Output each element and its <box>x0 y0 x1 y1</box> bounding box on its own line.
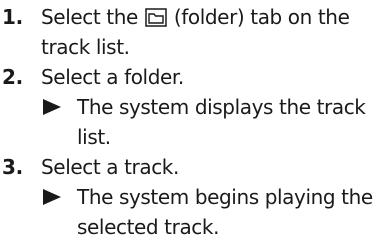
step-text-part: (folder) tab on the <box>173 5 350 29</box>
step-3: 3. Select a track. <box>0 152 379 182</box>
result-text: list. <box>77 125 111 149</box>
folder-icon <box>145 8 167 27</box>
step-text: Select a track. <box>41 155 179 179</box>
step-2-result: The system displays the track <box>0 92 379 122</box>
triangle-right-icon <box>43 189 61 205</box>
result-text: The system displays the track <box>77 95 366 119</box>
triangle-right-icon <box>43 99 61 115</box>
step-text: Select a folder. <box>41 65 184 89</box>
result-text: selected track. <box>77 215 220 239</box>
step-3-result-continuation: selected track. <box>0 212 379 242</box>
step-number: 3. <box>2 155 23 179</box>
step-2-result-continuation: list. <box>0 122 379 152</box>
step-3-result: The system begins playing the <box>0 182 379 212</box>
step-1: 1. Select the (folder) tab on the <box>0 2 379 32</box>
step-number: 1. <box>2 5 23 29</box>
result-text: The system begins playing the <box>77 185 373 209</box>
step-2: 2. Select a folder. <box>0 62 379 92</box>
step-number: 2. <box>2 65 23 89</box>
step-text: track list. <box>41 35 130 59</box>
step-text: Select the (folder) tab on the <box>41 2 350 32</box>
instruction-list: 1. Select the (folder) tab on the track … <box>0 2 379 242</box>
step-text-part: Select the <box>41 5 138 29</box>
step-1-continuation: track list. <box>0 32 379 62</box>
